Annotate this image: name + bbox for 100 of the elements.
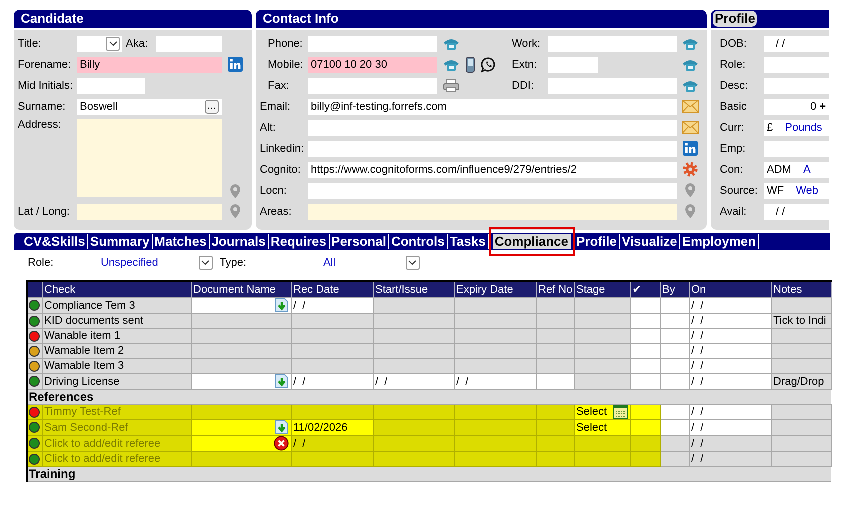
- table-cell[interactable]: [630, 298, 660, 314]
- table-cell[interactable]: [536, 374, 574, 390]
- tab[interactable]: Profile: [574, 234, 620, 249]
- phone-icon[interactable]: [682, 78, 698, 92]
- download-icon[interactable]: [274, 298, 288, 313]
- map-pin-icon[interactable]: [230, 184, 240, 199]
- text-field[interactable]: Boswell ...: [77, 98, 222, 114]
- table-cell[interactable]: [630, 404, 660, 420]
- printer-icon[interactable]: [443, 78, 460, 92]
- text-field[interactable]: 0 +: [764, 98, 829, 114]
- table-cell[interactable]: / /: [689, 420, 771, 436]
- text-field[interactable]: WF Web: [764, 182, 829, 198]
- table-cell[interactable]: Wamable Item 3: [42, 358, 191, 374]
- chevron-down-icon[interactable]: [108, 40, 118, 46]
- text-field[interactable]: Billy: [77, 56, 222, 72]
- tab[interactable]: Compliance: [492, 234, 570, 249]
- text-field[interactable]: [308, 140, 677, 156]
- table-cell[interactable]: [660, 344, 689, 358]
- text-field[interactable]: [308, 78, 437, 94]
- table-cell[interactable]: Wamable Item 2: [42, 344, 191, 358]
- table-cell[interactable]: Driving License: [42, 374, 191, 390]
- text-field[interactable]: [77, 78, 145, 94]
- tab[interactable]: Journals: [210, 234, 269, 249]
- table-cell[interactable]: [191, 436, 291, 452]
- table-cell[interactable]: [191, 374, 291, 390]
- tab[interactable]: Controls: [389, 234, 448, 249]
- chevron-down-icon[interactable]: [201, 260, 210, 266]
- table-cell[interactable]: / /: [291, 298, 373, 314]
- browse-button[interactable]: ...: [204, 100, 219, 114]
- table-cell[interactable]: [630, 420, 660, 436]
- table-cell[interactable]: [660, 374, 689, 390]
- tab[interactable]: Visualize: [620, 234, 680, 249]
- table-cell[interactable]: [660, 404, 689, 420]
- text-field[interactable]: [77, 204, 222, 220]
- table-cell[interactable]: [630, 314, 660, 328]
- tab[interactable]: Requires: [268, 234, 330, 249]
- envelope-icon[interactable]: [682, 100, 698, 113]
- tab[interactable]: Matches: [152, 234, 210, 249]
- text-field[interactable]: [308, 204, 677, 220]
- table-cell[interactable]: [660, 314, 689, 328]
- tab[interactable]: Personal: [330, 234, 390, 249]
- table-cell[interactable]: / /: [689, 404, 771, 420]
- error-icon[interactable]: [274, 436, 288, 451]
- map-pin-icon[interactable]: [684, 204, 696, 219]
- table-cell[interactable]: / /: [689, 298, 771, 314]
- gear-icon[interactable]: [682, 162, 698, 177]
- table-cell[interactable]: / /: [454, 374, 536, 390]
- table-cell[interactable]: [660, 328, 689, 344]
- text-field[interactable]: / /: [764, 36, 829, 52]
- table-cell[interactable]: Select: [574, 404, 630, 420]
- table-cell[interactable]: 11/02/2026: [291, 420, 373, 436]
- table-cell[interactable]: Wanable item 1: [42, 328, 191, 344]
- table-cell[interactable]: KID documents sent: [42, 314, 191, 328]
- chat-bubble-icon[interactable]: [481, 56, 497, 72]
- envelope-icon[interactable]: [682, 121, 698, 134]
- tab[interactable]: CV&Skills: [22, 234, 88, 249]
- calendar-icon[interactable]: [612, 405, 628, 419]
- table-cell[interactable]: / /: [689, 328, 771, 344]
- text-field[interactable]: [548, 56, 598, 72]
- table-cell[interactable]: [630, 374, 660, 390]
- table-cell[interactable]: [630, 344, 660, 358]
- phone-icon[interactable]: [682, 36, 698, 50]
- text-field[interactable]: [764, 78, 829, 94]
- map-pin-icon[interactable]: [684, 183, 696, 198]
- text-field[interactable]: [308, 182, 677, 198]
- phone-icon[interactable]: [443, 58, 460, 72]
- phone-icon[interactable]: [682, 58, 698, 72]
- text-field[interactable]: 07100 10 20 30: [308, 56, 437, 72]
- text-field[interactable]: [764, 56, 829, 72]
- text-field[interactable]: [548, 36, 677, 52]
- text-field[interactable]: / /: [764, 204, 829, 220]
- text-field[interactable]: [764, 140, 829, 156]
- table-cell[interactable]: / /: [373, 374, 454, 390]
- download-icon[interactable]: [274, 374, 288, 389]
- text-field[interactable]: [156, 36, 222, 52]
- text-field[interactable]: billy@inf-testing.forrefs.com: [308, 98, 677, 114]
- table-cell[interactable]: [660, 298, 689, 314]
- table-cell[interactable]: [191, 420, 291, 436]
- table-cell[interactable]: Compliance Tem 3: [42, 298, 191, 314]
- text-field[interactable]: https://www.cognitoforms.com/influence9/279/entries/2: [308, 162, 677, 178]
- phone-icon[interactable]: [443, 36, 460, 50]
- text-field[interactable]: [548, 78, 677, 94]
- text-field[interactable]: [308, 120, 677, 136]
- table-cell[interactable]: / /: [689, 344, 771, 358]
- chevron-down-icon[interactable]: [408, 260, 418, 266]
- tab[interactable]: Tasks: [448, 234, 489, 249]
- table-cell[interactable]: [630, 358, 660, 374]
- text-field[interactable]: [308, 36, 437, 52]
- table-cell[interactable]: / /: [291, 374, 373, 390]
- tab[interactable]: Employmen: [680, 234, 760, 249]
- linkedin-icon[interactable]: [228, 57, 242, 72]
- table-cell[interactable]: / /: [689, 358, 771, 374]
- tab[interactable]: Summary: [88, 234, 153, 249]
- table-cell[interactable]: [660, 358, 689, 374]
- table-cell[interactable]: Select: [574, 420, 630, 436]
- table-cell[interactable]: [191, 298, 291, 314]
- map-pin-icon[interactable]: [230, 204, 240, 219]
- linkedin-icon[interactable]: [682, 141, 698, 156]
- table-cell[interactable]: [660, 420, 689, 436]
- table-cell[interactable]: / /: [689, 374, 771, 390]
